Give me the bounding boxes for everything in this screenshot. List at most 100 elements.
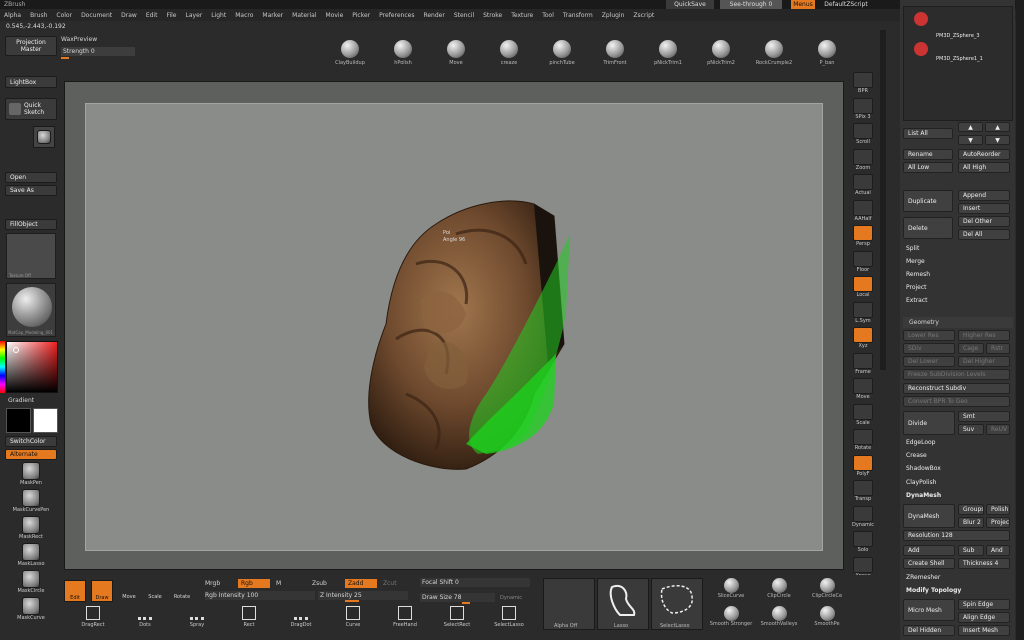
open-button[interactable]: Open (5, 172, 57, 183)
menu-zscript[interactable]: Zscript (633, 12, 654, 19)
view-frame-button[interactable]: Frame (848, 352, 878, 375)
smt-toggle[interactable]: Smt (958, 411, 1010, 422)
brush-slot-p-ban[interactable]: P_ban (802, 40, 852, 66)
edgeloop-menu[interactable]: EdgeLoop (906, 439, 936, 446)
subtool-2-label[interactable]: PM3D_ZSphere1_1 (936, 56, 983, 62)
insert-mesh-button[interactable]: Insert Mesh (958, 625, 1010, 636)
view-floor-button[interactable]: Floor (848, 250, 878, 273)
menu-preferences[interactable]: Preferences (379, 12, 414, 19)
split-menu[interactable]: Split (906, 245, 919, 252)
divide-button[interactable]: Divide (903, 411, 955, 435)
menu-alpha[interactable]: Alpha (4, 12, 21, 19)
brush-slot-move[interactable]: Move (431, 40, 481, 66)
stroke-selectlasso[interactable]: SelectLasso (486, 606, 532, 628)
merge-menu[interactable]: Merge (906, 258, 925, 265)
texture-slot[interactable]: Texture Off (6, 233, 56, 279)
remesh-menu[interactable]: Remesh (906, 271, 930, 278)
thickness-slider[interactable]: Thickness 4 (958, 558, 1010, 569)
view-bpr-button[interactable]: BPR (848, 72, 878, 94)
stroke-dragdot[interactable]: DragDot (278, 606, 324, 628)
brush-clipcirclece[interactable]: ClipCircleCe (804, 578, 850, 599)
resolution-slider[interactable]: Resolution 128 (903, 530, 1010, 541)
higher-res-button[interactable]: Higher Res (958, 330, 1010, 341)
lower-res-button[interactable]: Lower Res (903, 330, 955, 341)
menu-color[interactable]: Color (56, 12, 72, 19)
alternate-button[interactable]: Alternate (5, 449, 57, 460)
quick-sketch-button[interactable]: Quick Sketch (5, 98, 57, 120)
micro-mesh-button[interactable]: Micro Mesh (903, 599, 955, 621)
extract-menu[interactable]: Extract (906, 297, 928, 304)
menu-zplugin[interactable]: Zplugin (602, 12, 625, 19)
menu-layer[interactable]: Layer (186, 12, 203, 19)
rstr-button[interactable]: Rstr (986, 343, 1010, 354)
material-slot[interactable]: MatCap_Modeling_001 (6, 283, 56, 337)
mrgb-toggle[interactable]: Mrgb (205, 580, 220, 587)
view-solo-button[interactable]: Solo (848, 531, 878, 553)
reconstruct-subdiv-button[interactable]: Reconstruct Subdiv (903, 383, 1010, 394)
append-button[interactable]: Append (958, 190, 1010, 201)
menu-stencil[interactable]: Stencil (454, 12, 474, 19)
brush-smooth-stronger[interactable]: Smooth Stronger (708, 606, 754, 627)
stroke-slot[interactable]: Lasso (597, 578, 649, 630)
freeze-subdivision-button[interactable]: Freeze SubDivision Levels (903, 369, 1010, 380)
view-local-button[interactable]: Local (848, 276, 878, 298)
tool-maskcurvepen[interactable]: MaskCurvePen (5, 489, 57, 513)
stroke-rect[interactable]: Rect (226, 606, 272, 628)
gradient-label[interactable]: Gradient (8, 397, 34, 404)
shadowbox-menu[interactable]: ShadowBox (906, 465, 941, 472)
brush-clipcircle[interactable]: ClipCircle (756, 578, 802, 599)
projection-master-button[interactable]: Projection Master (5, 36, 57, 56)
stroke-dots[interactable]: Dots (122, 606, 168, 628)
project-menu[interactable]: Project (906, 284, 927, 291)
fill-object-button[interactable]: FillObject (5, 219, 57, 230)
create-shell-button[interactable]: Create Shell (903, 558, 955, 569)
view-rotate-button[interactable]: Rotate (848, 429, 878, 451)
zsub-toggle[interactable]: Zsub (312, 580, 327, 587)
groups-toggle[interactable]: Groups (958, 504, 984, 515)
project-toggle[interactable]: Project (986, 517, 1010, 528)
menu-file[interactable]: File (166, 12, 176, 19)
zremesher-menu[interactable]: ZRemesher (906, 574, 940, 581)
view-l-sym-button[interactable]: L.Sym (848, 301, 878, 324)
crease-menu[interactable]: Crease (906, 452, 927, 459)
cage-button[interactable]: Cage (958, 343, 984, 354)
zcut-toggle[interactable]: Zcut (383, 580, 397, 587)
view-polyf-button[interactable]: PolyF (848, 454, 878, 477)
hue-strip[interactable] (0, 341, 5, 393)
menu-draw[interactable]: Draw (121, 12, 137, 19)
menus-button[interactable]: Menus (791, 0, 815, 9)
align-edge-button[interactable]: Align Edge (958, 612, 1010, 623)
menu-tool[interactable]: Tool (542, 12, 554, 19)
z-intensity-slider[interactable]: Z Intensity 25 (318, 591, 408, 600)
save-as-button[interactable]: Save As (5, 185, 57, 196)
move-button[interactable]: Move (118, 580, 140, 602)
dynamic-toggle[interactable]: Dynamic (500, 595, 522, 601)
add-button[interactable]: Add (903, 545, 955, 556)
spin-edge-button[interactable]: Spin Edge (958, 599, 1010, 610)
blur-slider[interactable]: Blur 2 (958, 517, 984, 528)
alpha-slot[interactable]: Alpha Off (543, 578, 595, 630)
brush-slot-trimfront[interactable]: TrimFront (590, 40, 640, 66)
menu-brush[interactable]: Brush (30, 12, 47, 19)
tool-maskrect[interactable]: MaskRect (5, 516, 57, 540)
menu-movie[interactable]: Movie (326, 12, 344, 19)
list-all-button[interactable]: List All (903, 128, 953, 139)
all-low-button[interactable]: All Low (903, 162, 953, 173)
lightbox-button[interactable]: LightBox (5, 76, 57, 88)
del-higher-button[interactable]: Del Higher (958, 356, 1010, 367)
viewport[interactable]: Poi Angle 96 (64, 81, 844, 570)
convert-bpr-button[interactable]: Convert BPR To Geo (903, 396, 1010, 407)
view-actual-button[interactable]: Actual (848, 174, 878, 196)
brush-smoothvalleys[interactable]: SmoothValleys (756, 606, 802, 627)
brush-slot-pnicktrim2[interactable]: pNickTrim2 (696, 40, 746, 66)
stroke-spray[interactable]: Spray (174, 606, 220, 628)
m-toggle[interactable]: M (276, 580, 281, 587)
stroke-selectrect[interactable]: SelectRect (434, 606, 480, 628)
delete-button[interactable]: Delete (903, 217, 953, 239)
claypolish-menu[interactable]: ClayPolish (906, 479, 936, 486)
suv-toggle[interactable]: Suv (958, 424, 984, 435)
brush-slot-pnicktrim1[interactable]: pNickTrim1 (643, 40, 693, 66)
see-through-slider[interactable]: See-through 0 (720, 0, 782, 9)
move-down-button[interactable]: ▼ (958, 135, 983, 145)
del-other-button[interactable]: Del Other (958, 216, 1010, 227)
